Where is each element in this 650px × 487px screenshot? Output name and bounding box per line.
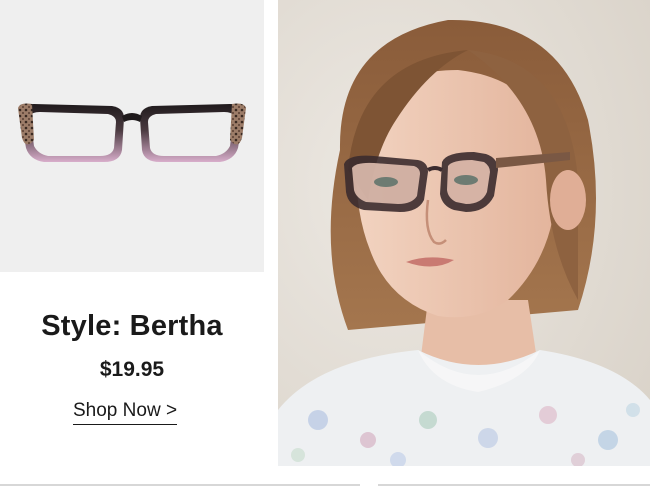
product-image-panel[interactable] (0, 0, 264, 272)
divider-line-right (378, 484, 650, 486)
model-photo[interactable] (278, 0, 650, 466)
eyeglasses-product-image (18, 103, 246, 162)
product-info: Style: Bertha $19.95 Shop Now > (0, 272, 264, 466)
shop-now-link[interactable]: Shop Now > (73, 400, 178, 425)
product-price: $19.95 (99, 358, 165, 381)
bottom-divider-strip (0, 466, 650, 487)
model-wearing-glasses-image (278, 0, 650, 466)
product-style-name: Style: Bertha (41, 310, 223, 342)
divider-line-left (0, 484, 360, 486)
